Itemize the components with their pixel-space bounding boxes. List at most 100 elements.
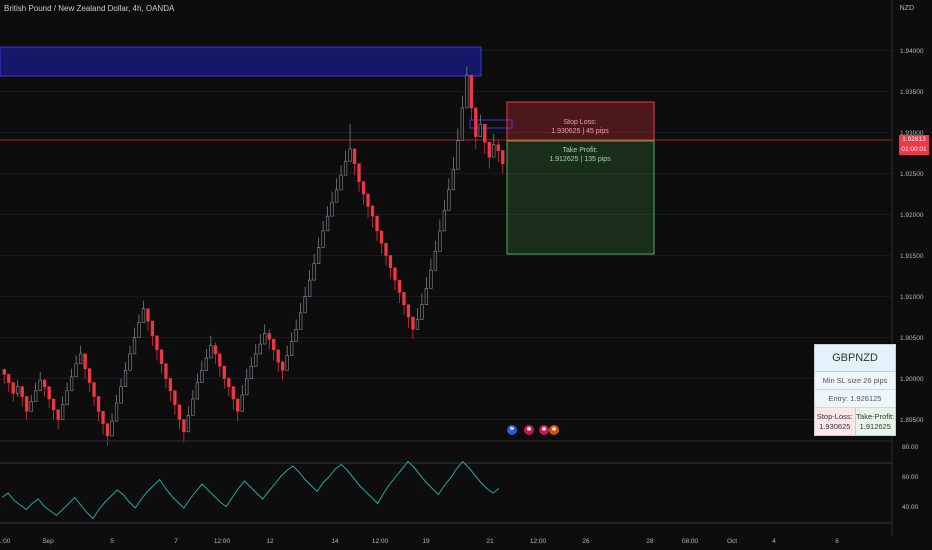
time-tick-label: 19 (422, 538, 430, 545)
event-icon-flag[interactable]: ⚑ (507, 425, 517, 435)
candle-body (299, 312, 303, 330)
event-icon-uk[interactable]: ✱ (539, 425, 549, 435)
candle-body (168, 378, 173, 392)
candle-body (384, 242, 388, 256)
panel-sl-label: Stop-Loss: (816, 411, 853, 421)
event-icon-uk[interactable]: ✱ (524, 425, 534, 435)
candle-body (478, 124, 482, 137)
candle-body (141, 308, 146, 324)
time-tick-label: 7 (174, 538, 178, 545)
time-tick-label: 14 (331, 538, 339, 545)
candle-body (83, 353, 87, 369)
candle-body (34, 390, 38, 402)
candle-body (132, 337, 137, 355)
time-tick-label: 1:00 (0, 538, 11, 545)
candle-body (415, 319, 420, 330)
candle-body (465, 74, 469, 109)
rsi-tick-label: 80.00 (902, 444, 919, 451)
price-tick-label: 1.94000 (900, 48, 924, 55)
rsi-axis: 80.00 60.00 40.00 (902, 444, 919, 511)
candle-body (78, 353, 83, 365)
event-icon-group[interactable]: ✱ (549, 425, 559, 435)
candle-body (388, 255, 393, 269)
price-axis: 1.940001.935001.930001.925001.920001.915… (900, 48, 924, 424)
time-tick-label: 6 (835, 538, 839, 545)
candle-body (114, 402, 119, 422)
candle-body (173, 390, 177, 406)
price-chart[interactable]: Stop Loss: 1.930625 | 45 pips Take Profi… (0, 0, 932, 550)
candle-body (267, 333, 271, 340)
candle-body (38, 379, 42, 392)
candle-body (456, 140, 460, 170)
candle-body (442, 210, 447, 232)
candle-body (433, 251, 438, 271)
candle-body (290, 341, 294, 356)
candle-body (263, 333, 267, 345)
candle-body (343, 160, 348, 176)
candle-body (272, 338, 276, 351)
candle-body (406, 304, 411, 318)
candle-body (87, 368, 92, 383)
rsi-tick-label: 60.00 (902, 474, 919, 481)
candle-body (159, 349, 164, 365)
candle-body (393, 267, 397, 281)
candle-body (370, 206, 375, 217)
candle-body (447, 189, 451, 211)
candle-body (325, 215, 330, 232)
candle-body (209, 345, 213, 359)
candle-body (375, 215, 379, 232)
candles (2, 66, 505, 446)
panel-tp-value: 1.912625 (859, 421, 891, 431)
current-price-tag: 1.92613 01:00:01 (899, 135, 929, 155)
candle-body (411, 316, 415, 330)
candle-body (330, 201, 334, 217)
candle-body (451, 169, 456, 191)
price-tick-label: 1.92500 (900, 171, 924, 178)
candle-body (339, 174, 343, 191)
take-profit-value: 1.912625 | 135 pips (549, 156, 611, 163)
candle-body (357, 163, 361, 183)
candle-body (285, 355, 289, 371)
stop-loss-label: Stop Loss: (563, 119, 596, 126)
stop-loss-value: 1.930625 | 45 pips (551, 128, 609, 135)
candle-body (469, 74, 473, 109)
price-tick-label: 1.90000 (900, 376, 924, 383)
panel-stop-loss: Stop-Loss: 1.930625 (815, 408, 856, 435)
panel-entry: Entry: 1.926125 (815, 390, 895, 408)
candle-body (177, 404, 182, 420)
candle-body (164, 363, 168, 379)
candle-body (69, 376, 74, 392)
grid (0, 50, 892, 420)
price-tick-label: 1.90500 (900, 335, 924, 342)
candle-body (236, 398, 240, 412)
price-tick-label: 1.93500 (900, 89, 924, 96)
time-tick-label: 28 (646, 538, 654, 545)
rsi-tick-label: 40.00 (902, 504, 919, 511)
candle-body (307, 279, 312, 297)
candle-body (474, 107, 478, 137)
candle-body (254, 353, 258, 367)
candle-body (150, 320, 155, 337)
take-profit-label: Take Profit: (562, 147, 597, 154)
candle-body (47, 386, 51, 400)
candle-body (7, 374, 11, 383)
candle-body (96, 396, 101, 412)
candle-body (11, 382, 15, 394)
candle-body (200, 369, 204, 383)
time-tick-label: 4 (772, 538, 776, 545)
candle-body (492, 144, 496, 158)
candle-body (60, 404, 65, 420)
panel-min-sl: Min SL size 26 pips (815, 372, 895, 390)
trade-info-panel: GBPNZD Min SL size 26 pips Entry: 1.9261… (814, 344, 896, 436)
candle-body (438, 230, 442, 252)
candle-body (92, 382, 96, 397)
panel-take-profit: Take-Profit: 1.912625 (855, 408, 895, 435)
candle-body (276, 349, 280, 363)
candle-body (240, 394, 244, 412)
time-tick-label: Oct (727, 538, 737, 545)
candle-body (397, 279, 402, 293)
time-tick-label: 12:00 (372, 538, 389, 545)
candle-body (105, 423, 110, 437)
candle-body (312, 263, 316, 281)
candle-body (249, 365, 253, 379)
